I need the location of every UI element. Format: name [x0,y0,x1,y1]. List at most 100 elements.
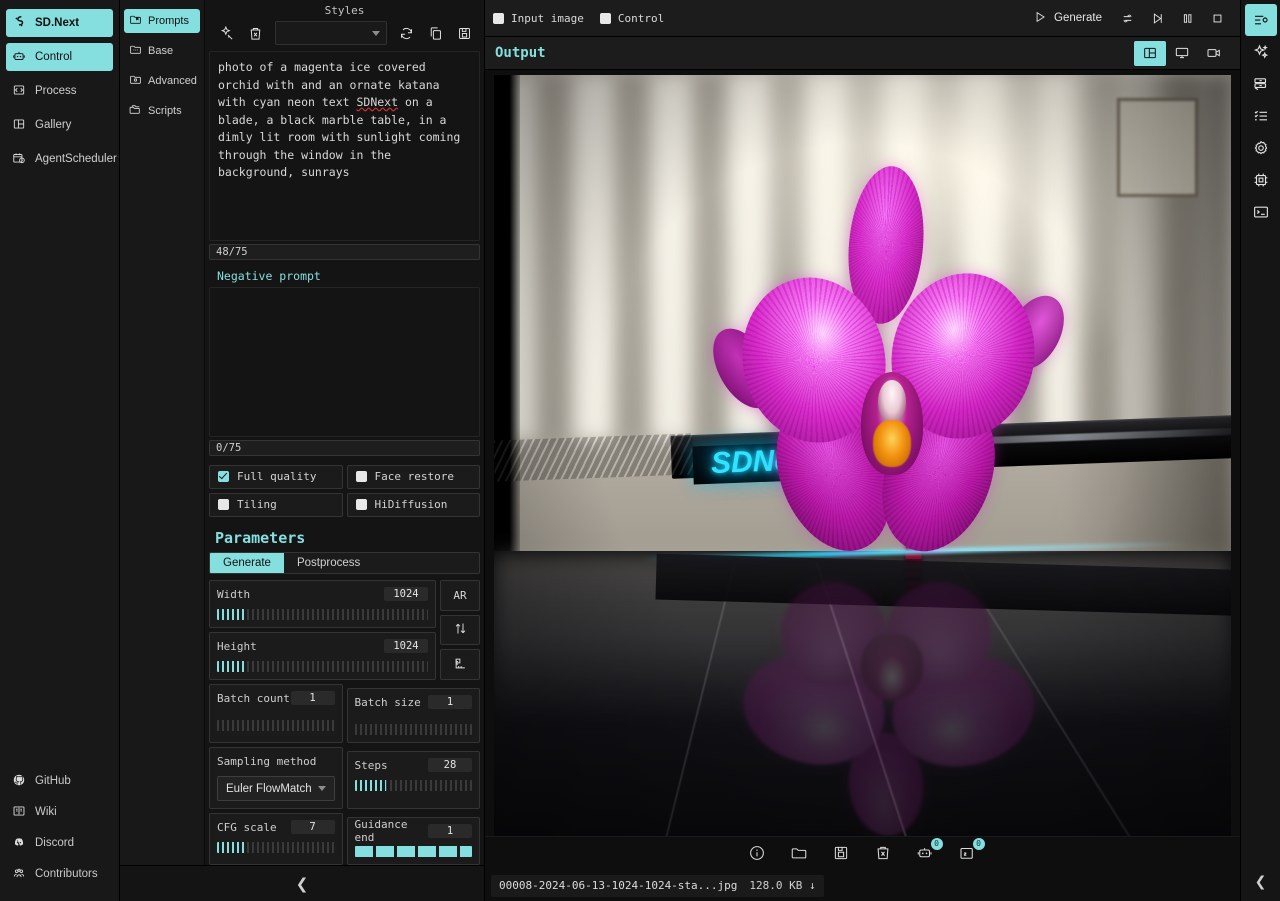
positive-prompt-counter: 48/75 [209,244,480,260]
cpu-icon[interactable] [1245,164,1277,196]
info-icon[interactable] [748,844,768,864]
save-icon[interactable] [455,24,474,43]
collapse-right-rail-button[interactable]: ❮ [1255,861,1267,901]
artwork-canvas: SDNext [494,75,1231,836]
sampling-method-label: Sampling method [217,754,317,768]
video-view-icon[interactable] [1198,41,1230,66]
sidebar-item-control[interactable]: Control [6,43,113,71]
sparkle-icon[interactable] [1245,36,1277,68]
sidebar-item-discord[interactable]: Discord [6,829,113,857]
checkbox-face-restore[interactable]: Face restore [346,464,480,489]
tab-base[interactable]: Base [124,39,200,63]
checkbox-hidiffusion[interactable]: HiDiffusion [346,492,480,517]
slider-track[interactable] [217,842,335,853]
slider-track[interactable] [217,609,428,620]
tab-label: Prompts [148,15,189,27]
delete-style-icon[interactable] [246,24,265,43]
slider-width[interactable]: Width 1024 [209,580,436,628]
checkbox-label: Full quality [237,470,317,484]
checkbox-label: Tiling [237,498,277,512]
preview-view-icon[interactable] [1166,41,1198,66]
gear-icon[interactable] [1245,132,1277,164]
slider-track[interactable] [354,724,472,735]
checkbox-control[interactable]: Control [599,12,664,25]
slider-guidance-end[interactable]: Guidance end 1 [346,817,480,865]
stop-icon[interactable] [1202,5,1232,31]
checkbox-tiling[interactable]: Tiling [209,492,343,517]
tab-generate[interactable]: Generate [210,552,284,573]
slider-value[interactable]: 1024 [384,587,428,601]
slider-value[interactable]: 28 [428,758,472,772]
sidebar-logo[interactable]: SD.Next [6,9,113,37]
gallery-icon [12,117,26,134]
checkbox-box [355,499,367,511]
pause-icon[interactable] [1172,5,1202,31]
slider-value[interactable]: 1024 [384,639,428,653]
slider-track[interactable] [354,846,472,857]
generate-button[interactable]: Generate [1023,5,1112,31]
sampling-method-select[interactable]: Euler FlowMatch [217,776,335,801]
terminal-icon[interactable] [1245,196,1277,228]
slider-value[interactable]: 7 [290,820,335,834]
reprocess-icon[interactable] [1112,5,1142,31]
folder-icon[interactable] [790,844,810,864]
styles-select[interactable] [275,21,387,45]
slider-batch-size[interactable]: Batch size 1 [346,688,480,743]
collapse-left-panel-button[interactable]: ❮ [296,875,309,893]
sidebar-item-label: AgentScheduler [35,153,117,165]
tab-prompts[interactable]: Prompts [124,9,200,33]
swap-dimensions-button[interactable] [440,614,480,646]
resolution-preset-button[interactable] [440,649,480,681]
refresh-icon[interactable] [397,24,416,43]
sidebar-item-wiki[interactable]: Wiki [6,798,113,826]
settings-list-icon[interactable] [1244,4,1277,36]
generated-image[interactable]: SDNext [494,75,1231,836]
sidebar-item-agentscheduler[interactable]: AgentScheduler [6,145,117,173]
slider-value[interactable]: 1 [428,824,472,838]
file-info[interactable]: 00008-2024-06-13-1024-1024-sta...jpg 128… [491,874,824,897]
prompt-text-highlight: SDNext [356,95,399,109]
tab-label: Advanced [148,75,197,87]
slider-track[interactable] [217,661,428,672]
aspect-ratio-button[interactable]: AR [440,580,480,611]
negative-prompt-label: Negative prompt [217,268,321,283]
sidebar-item-gallery[interactable]: Gallery [6,111,113,139]
send-to-process-icon[interactable]: 0 [958,837,985,864]
chevron-down-icon [317,786,326,791]
book-icon [12,804,26,821]
file-name: 00008-2024-06-13-1024-1024-sta...jpg [499,879,738,892]
negative-prompt-input[interactable] [209,286,480,438]
save-icon[interactable] [832,844,852,864]
prompt-column: Prompts Base Advanced Scripts Styles pho… [120,0,485,901]
tab-postprocess[interactable]: Postprocess [284,553,373,573]
checkbox-input-image[interactable]: Input image [493,12,584,25]
skip-icon[interactable] [1142,5,1172,31]
slider-height[interactable]: Height 1024 [209,632,436,680]
sidebar-item-github[interactable]: GitHub [6,767,113,795]
dimensions-group: Width 1024 Height 1024 AR [209,580,480,681]
slider-track[interactable] [354,780,472,791]
slider-track[interactable] [217,720,335,731]
copy-icon[interactable] [426,24,445,43]
checklist-icon[interactable] [1245,100,1277,132]
people-icon [12,866,26,883]
send-to-control-icon[interactable]: 0 [916,837,943,864]
sidebar-item-contributors[interactable]: Contributors [6,860,113,888]
gallery-view-icon[interactable] [1134,40,1166,66]
process-icon [12,83,26,100]
slider-batch-count[interactable]: Batch count 1 [209,684,343,743]
sampling-method-cell[interactable]: Sampling method Euler FlowMatch [209,747,343,809]
slider-cfg-scale[interactable]: CFG scale 7 [209,813,343,865]
slider-steps[interactable]: Steps 28 [346,751,480,809]
tab-advanced[interactable]: Advanced [124,69,200,93]
sidebar-item-process[interactable]: Process [6,77,113,105]
checkbox-full-quality[interactable]: Full quality [209,464,343,489]
models-icon[interactable] [1245,68,1277,100]
apply-style-icon[interactable] [217,24,236,43]
tab-scripts[interactable]: Scripts [124,99,200,123]
delete-icon[interactable] [874,844,894,864]
positive-prompt-input[interactable]: photo of a magenta ice covered orchid wi… [209,51,480,242]
slider-value[interactable]: 1 [428,695,472,709]
slider-value[interactable]: 1 [290,691,335,705]
